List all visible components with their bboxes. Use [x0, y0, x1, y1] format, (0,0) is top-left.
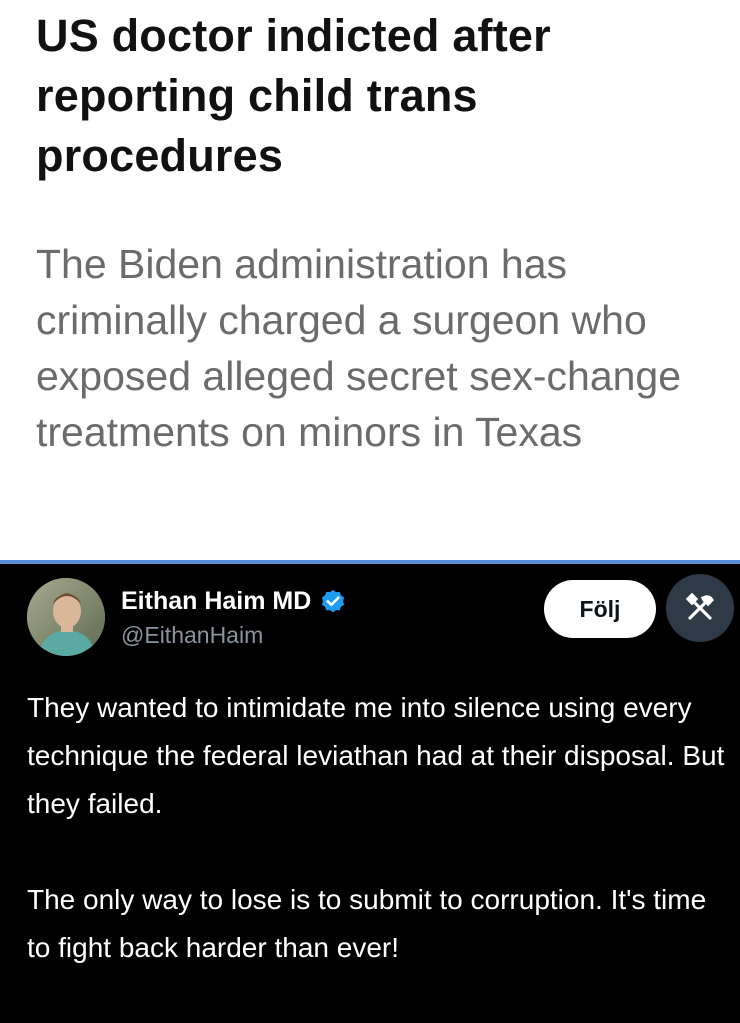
tweet-paragraph: They wanted to intimidate me into silenc… [27, 692, 725, 819]
avatar[interactable] [27, 578, 105, 656]
tools-button[interactable] [666, 574, 734, 642]
author-display-name[interactable]: Eithan Haim MD [121, 587, 311, 616]
author-name-row: Eithan Haim MD [121, 584, 347, 618]
follow-button[interactable]: Följ [544, 580, 656, 638]
article-headline: US doctor indicted after reporting child… [36, 10, 551, 181]
profile-photo-icon [27, 578, 105, 656]
article-header: US doctor indicted after reporting child… [0, 0, 740, 560]
article-subheadline: The Biden administration has criminally … [36, 241, 682, 455]
tweet-card: Eithan Haim MD @EithanHaim Följ They wan… [0, 564, 740, 1023]
tweet-paragraph: The only way to lose is to submit to cor… [27, 884, 707, 963]
tweet-body: They wanted to intimidate me into silenc… [27, 684, 727, 972]
verified-badge-icon [319, 587, 347, 615]
author-handle[interactable]: @EithanHaim [121, 622, 263, 649]
tools-icon [685, 592, 715, 620]
